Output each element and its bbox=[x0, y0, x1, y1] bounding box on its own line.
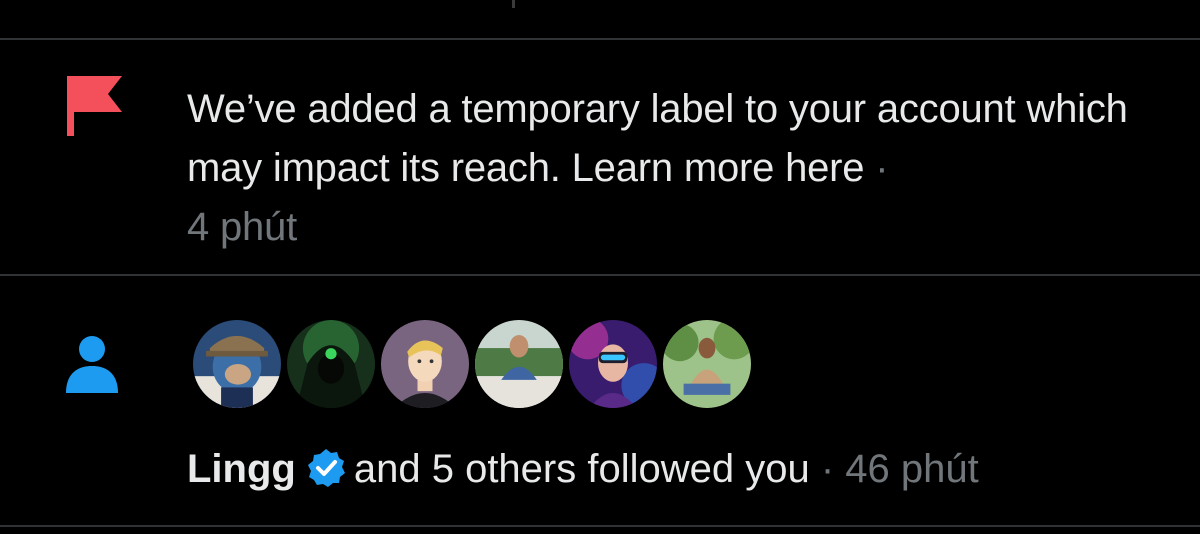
man-sitting-avatar[interactable] bbox=[660, 317, 754, 411]
man-outdoor-avatar[interactable] bbox=[472, 317, 566, 411]
notification-time: 4 phút bbox=[187, 205, 298, 249]
separator-dot: · bbox=[875, 146, 889, 190]
divider-bottom bbox=[0, 525, 1200, 527]
notification-new-followers[interactable]: Lingg and 5 others followed you · 46 phú… bbox=[0, 277, 1200, 525]
ape-avatar[interactable] bbox=[190, 317, 284, 411]
flag-icon bbox=[64, 74, 124, 136]
follow-message: and 5 others followed you bbox=[353, 447, 810, 491]
follow-summary: Lingg and 5 others followed you · 46 phú… bbox=[187, 441, 979, 497]
user-name-link[interactable]: Lingg bbox=[187, 447, 296, 491]
notification-label-warning[interactable]: We’ve added a temporary label to your ac… bbox=[0, 42, 1200, 274]
verified-badge-icon bbox=[306, 447, 346, 487]
hooded-hacker-avatar[interactable] bbox=[284, 317, 378, 411]
notification-text: We’ve added a temporary label to your ac… bbox=[187, 80, 1177, 257]
vr-headset-avatar[interactable] bbox=[566, 317, 660, 411]
notification-message[interactable]: We’ve added a temporary label to your ac… bbox=[187, 87, 1128, 190]
divider-middle bbox=[0, 274, 1200, 276]
scroll-divider-mark bbox=[512, 0, 515, 8]
notification-time: 46 phút bbox=[845, 447, 979, 491]
divider-top bbox=[0, 38, 1200, 40]
person-icon bbox=[64, 335, 120, 393]
separator-dot: · bbox=[820, 447, 835, 491]
cartoon-boy-avatar[interactable] bbox=[378, 317, 472, 411]
